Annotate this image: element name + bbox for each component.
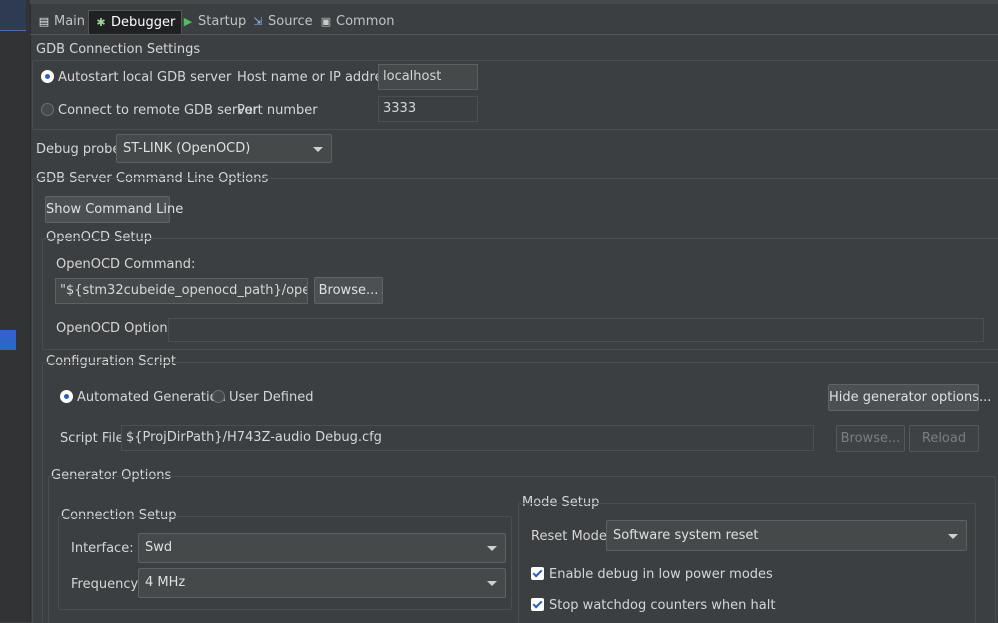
autostart-radio[interactable] bbox=[41, 70, 54, 83]
chevron-down-icon bbox=[487, 546, 497, 551]
bug-icon: ✱ bbox=[96, 16, 106, 29]
tab-main[interactable]: ▤ Main bbox=[32, 10, 91, 34]
frequency-select[interactable]: 4 MHz bbox=[138, 568, 506, 598]
user-defined-radio[interactable] bbox=[212, 390, 225, 403]
host-field[interactable]: localhost bbox=[378, 64, 478, 90]
interface-select[interactable]: Swd bbox=[138, 533, 506, 563]
reload-button[interactable]: Reload bbox=[909, 425, 979, 452]
watchdog-checkbox[interactable] bbox=[531, 598, 544, 611]
document-icon: ▤ bbox=[38, 15, 50, 28]
play-icon: ▶ bbox=[183, 15, 193, 28]
frequency-label: Frequency: bbox=[71, 577, 142, 592]
openocd-options-field[interactable] bbox=[168, 318, 984, 342]
port-label: Port number bbox=[237, 103, 318, 118]
remote-label: Connect to remote GDB server bbox=[58, 103, 259, 118]
chevron-down-icon bbox=[313, 146, 323, 152]
openocd-command-label: OpenOCD Command: bbox=[56, 257, 196, 272]
reset-mode-label: Reset Mode: bbox=[531, 529, 612, 544]
openocd-browse-button[interactable]: Browse... bbox=[314, 277, 383, 304]
host-label: Host name or IP address bbox=[237, 70, 397, 85]
debug-probe-label: Debug probe bbox=[36, 142, 121, 157]
watchdog-label: Stop watchdog counters when halt bbox=[549, 598, 776, 613]
left-panel-strip bbox=[0, 0, 31, 622]
source-icon: ⇲ bbox=[253, 15, 263, 28]
tab-debugger[interactable]: ✱ Debugger bbox=[88, 10, 183, 35]
openocd-options-label: OpenOCD Options : bbox=[56, 321, 183, 336]
script-browse-button[interactable]: Browse... bbox=[836, 425, 905, 452]
low-power-checkbox[interactable] bbox=[531, 567, 544, 580]
low-power-label: Enable debug in low power modes bbox=[549, 567, 773, 582]
script-file-field[interactable]: ${ProjDirPath}/H743Z-audio Debug.cfg bbox=[121, 425, 814, 451]
autostart-label: Autostart local GDB server bbox=[58, 70, 232, 85]
interface-label: Interface: bbox=[71, 541, 134, 556]
left-panel-selection[interactable] bbox=[0, 330, 16, 350]
remote-radio[interactable] bbox=[41, 103, 54, 116]
debug-probe-select[interactable]: ST-LINK (OpenOCD) bbox=[116, 134, 332, 163]
automated-generation-label: Automated Generation bbox=[77, 390, 226, 405]
gdb-connection-title: GDB Connection Settings bbox=[36, 42, 201, 57]
hide-generator-options-button[interactable]: Hide generator options... bbox=[828, 384, 991, 411]
show-command-line-button[interactable]: Show Command Line bbox=[45, 196, 183, 223]
tab-bar: ▤ Main ✱ Debugger ▶ Startup ⇲ Source ▣ Common bbox=[30, 10, 998, 35]
chevron-down-icon bbox=[948, 533, 958, 539]
tab-source[interactable]: ⇲ Source bbox=[246, 10, 319, 34]
left-panel-header bbox=[0, 0, 26, 31]
user-defined-label: User Defined bbox=[229, 390, 314, 405]
automated-generation-radio[interactable] bbox=[60, 390, 73, 403]
reset-mode-select[interactable]: Software system reset bbox=[606, 520, 967, 551]
top-border bbox=[30, 0, 998, 4]
port-field[interactable]: 3333 bbox=[378, 96, 478, 122]
chevron-down-icon bbox=[487, 581, 497, 586]
openocd-command-field[interactable]: "${stm32cubeide_openocd_path}/openocd" bbox=[55, 278, 308, 304]
tab-common[interactable]: ▣ Common bbox=[314, 10, 401, 34]
tab-startup[interactable]: ▶ Startup bbox=[176, 10, 252, 34]
script-file-label: Script File: bbox=[60, 431, 128, 446]
window-icon: ▣ bbox=[320, 15, 332, 28]
